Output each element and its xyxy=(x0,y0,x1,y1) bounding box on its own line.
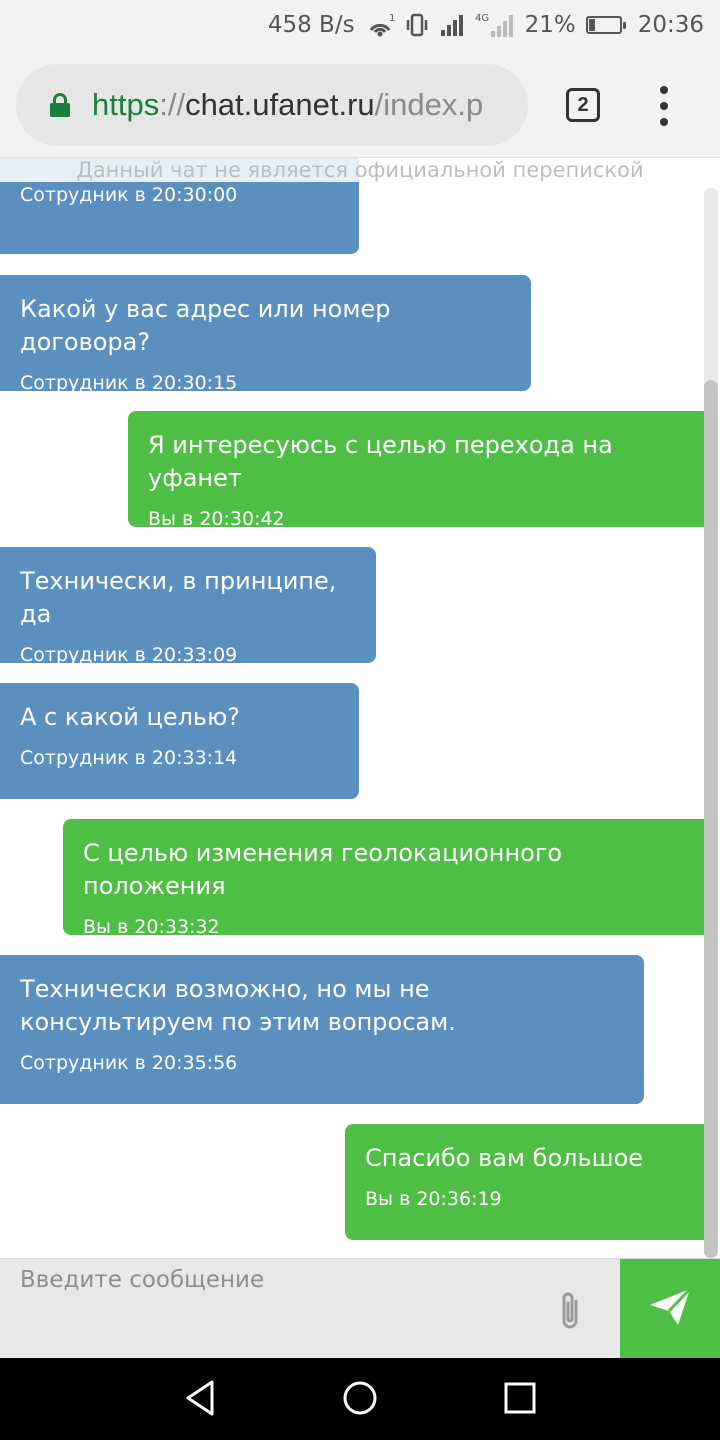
message-meta: Сотрудник в 20:30:00 xyxy=(20,184,238,206)
chat-message-agent: Технически, в принципе, да Сотрудник в 2… xyxy=(0,547,376,666)
chat-message-agent: А с какой целью? Сотрудник в 20:33:14 xyxy=(0,683,359,799)
message-meta: Сотрудник в 20:30:15 xyxy=(20,372,238,394)
url-text: https://chat.ufanet.ru/index.p xyxy=(92,87,483,123)
message-meta: Сотрудник в 20:35:56 xyxy=(20,1052,238,1074)
message-text: Спасибо вам большое xyxy=(365,1144,644,1172)
chat-message-user: С целью изменения геолокационного положе… xyxy=(63,819,704,938)
battery-fill xyxy=(588,19,596,31)
clock: 20:36 xyxy=(637,12,704,38)
home-circle-icon[interactable] xyxy=(338,1376,382,1420)
signal-4g-icon: 4G xyxy=(475,10,515,40)
chat-area[interactable]: Данный чат не является официальной переп… xyxy=(0,158,720,1258)
overflow-menu-icon[interactable] xyxy=(654,86,674,126)
battery-percent: 21% xyxy=(524,12,576,38)
message-meta: Вы в 20:33:32 xyxy=(83,916,220,938)
back-triangle-icon[interactable] xyxy=(178,1376,222,1420)
chat-message-user: Спасибо вам большое Вы в 20:36:19 xyxy=(345,1124,704,1240)
battery-icon xyxy=(585,16,626,34)
message-text: А с какой целью? xyxy=(20,703,241,731)
message-input[interactable] xyxy=(0,1259,620,1359)
paper-plane-icon xyxy=(648,1287,692,1332)
recents-square-icon[interactable] xyxy=(498,1376,542,1420)
browser-toolbar: https://chat.ufanet.ru/index.p 2 xyxy=(0,50,720,158)
lock-icon xyxy=(50,93,70,117)
message-meta: Вы в 20:36:19 xyxy=(365,1188,502,1210)
message-meta: Вы в 20:30:42 xyxy=(148,508,285,530)
scrollbar-thumb[interactable] xyxy=(704,380,718,1258)
message-composer xyxy=(0,1258,720,1359)
url-scheme: https xyxy=(92,87,160,122)
vibrate-icon xyxy=(405,10,429,40)
hotspot-badge: 1 xyxy=(389,13,395,24)
message-meta: Сотрудник в 20:33:14 xyxy=(20,747,238,769)
chat-message-agent: Технически возможно, но мы не консультир… xyxy=(0,955,644,1104)
network-type-label: 4G xyxy=(475,13,489,24)
status-bar: 458 B/s 1 4G 21% 20:36 xyxy=(0,0,720,50)
send-button[interactable] xyxy=(620,1259,720,1359)
url-path: /index.p xyxy=(374,87,484,122)
message-text: С целью изменения геолокационного положе… xyxy=(83,839,563,900)
message-text: Технически возможно, но мы не консультир… xyxy=(20,975,456,1036)
message-text: Технически, в принципе, да xyxy=(20,567,337,628)
address-bar[interactable]: https://chat.ufanet.ru/index.p xyxy=(16,64,528,146)
message-text: Я интересуюсь с целью перехода на уфанет xyxy=(148,431,613,492)
message-meta: Сотрудник в 20:33:09 xyxy=(20,644,238,666)
signal-icon xyxy=(439,10,465,40)
chat-message-user: Я интересуюсь с целью перехода на уфанет… xyxy=(128,411,704,530)
paperclip-icon[interactable] xyxy=(556,1289,584,1333)
url-separator: :// xyxy=(159,87,186,122)
chat-message-agent: Какой у вас адрес или номер договора? Со… xyxy=(0,275,531,394)
system-navigation-bar xyxy=(0,1358,720,1440)
tab-switcher-button[interactable]: 2 xyxy=(566,88,600,122)
network-speed: 458 B/s xyxy=(267,12,355,38)
chat-disclaimer: Данный чат не является официальной переп… xyxy=(0,158,720,182)
url-host: chat.ufanet.ru xyxy=(185,87,375,122)
hotspot-icon: 1 xyxy=(365,10,395,40)
message-text: Какой у вас адрес или номер договора? xyxy=(20,295,391,356)
